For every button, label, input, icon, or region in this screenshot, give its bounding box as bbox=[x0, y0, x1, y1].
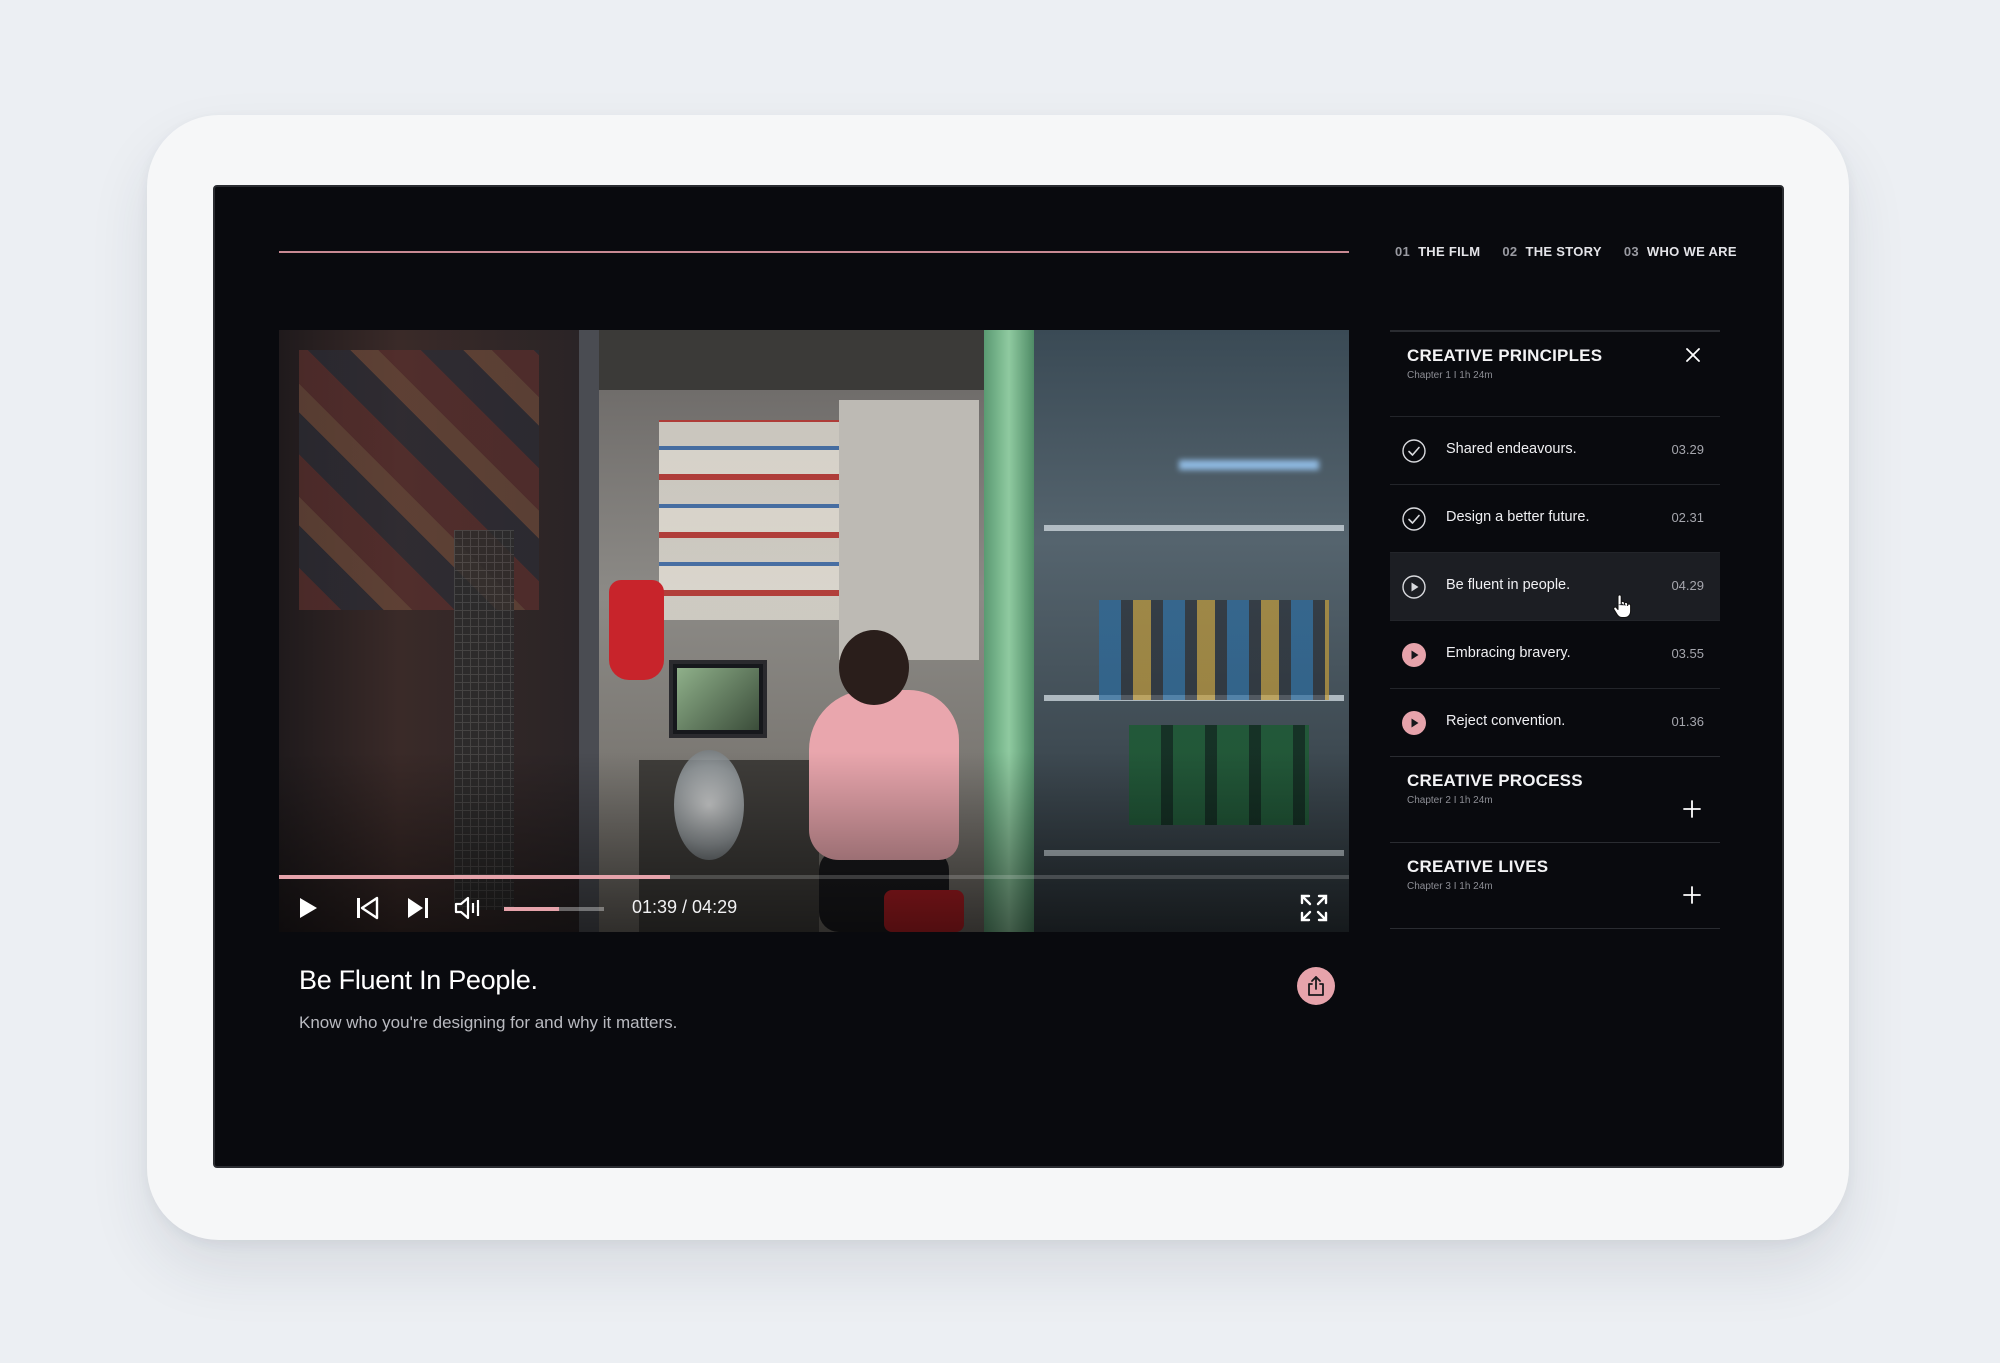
plus-icon[interactable] bbox=[1680, 883, 1704, 907]
volume-button[interactable] bbox=[454, 893, 484, 923]
nav-label: THE FILM bbox=[1418, 244, 1481, 259]
nav-number: 01 bbox=[1395, 244, 1411, 259]
header-divider bbox=[279, 251, 1349, 253]
player-controls: 01:39 / 04:29 bbox=[279, 883, 1349, 932]
play-icon bbox=[300, 898, 317, 918]
chapter-meta: Chapter 3 I 1h 24m bbox=[1407, 881, 1493, 892]
lesson-title: Shared endeavours. bbox=[1446, 441, 1577, 457]
volume-level bbox=[504, 907, 559, 911]
lesson-title: Reject convention. bbox=[1446, 713, 1566, 729]
play-circle-outline-icon bbox=[1402, 575, 1426, 599]
fullscreen-button[interactable] bbox=[1299, 893, 1329, 923]
close-chapter-button[interactable] bbox=[1682, 344, 1704, 366]
nav-number: 02 bbox=[1502, 244, 1518, 259]
chapter-title: CREATIVE PRINCIPLES bbox=[1407, 346, 1603, 365]
lesson-duration: 01.36 bbox=[1671, 714, 1704, 729]
volume-slider[interactable] bbox=[504, 907, 604, 911]
nav-item-the-story[interactable]: 02 THE STORY bbox=[1502, 244, 1601, 259]
lesson-duration: 04.29 bbox=[1671, 578, 1704, 593]
video-description: Know who you're designing for and why it… bbox=[299, 1013, 678, 1032]
app-screen: 01 THE FILM 02 THE STORY 03 WHO WE ARE 0… bbox=[213, 185, 1784, 1168]
pointer-cursor-icon bbox=[1613, 594, 1632, 618]
nav-item-the-film[interactable]: 01 THE FILM bbox=[1395, 244, 1480, 259]
next-button[interactable] bbox=[403, 893, 433, 923]
video-title: Be Fluent In People. bbox=[299, 965, 538, 995]
lesson-duration: 03.29 bbox=[1671, 442, 1704, 457]
lesson-duration: 03.55 bbox=[1671, 646, 1704, 661]
video-frame bbox=[279, 330, 1349, 932]
previous-button[interactable] bbox=[352, 893, 382, 923]
lesson-title: Embracing bravery. bbox=[1446, 645, 1571, 661]
play-button[interactable] bbox=[293, 893, 323, 923]
plus-icon[interactable] bbox=[1680, 797, 1704, 821]
chapter-creative-process[interactable]: CREATIVE PROCESS Chapter 2 I 1h 24m bbox=[1390, 756, 1720, 842]
volume-icon bbox=[454, 896, 480, 920]
play-circle-filled-icon bbox=[1402, 711, 1426, 735]
sidebar-divider bbox=[1390, 928, 1720, 929]
chapter-meta: Chapter 1 I 1h 24m bbox=[1407, 370, 1493, 381]
check-circle-icon bbox=[1402, 507, 1426, 531]
chapter-sidebar: CREATIVE PRINCIPLES Chapter 1 I 1h 24m S… bbox=[1390, 330, 1720, 929]
lesson-item-be-fluent-in-people[interactable]: Be fluent in people. 04.29 bbox=[1390, 552, 1720, 620]
nav-label: THE STORY bbox=[1525, 244, 1602, 259]
share-button[interactable] bbox=[1297, 967, 1335, 1005]
lesson-item-design-a-better-future[interactable]: Design a better future. 02.31 bbox=[1390, 484, 1720, 552]
nav-item-who-we-are[interactable]: 03 WHO WE ARE bbox=[1624, 244, 1737, 259]
top-navigation: 01 THE FILM 02 THE STORY 03 WHO WE ARE bbox=[1395, 244, 1737, 259]
nav-label: WHO WE ARE bbox=[1646, 244, 1737, 259]
video-player[interactable]: 01:39 / 04:29 bbox=[279, 330, 1349, 932]
close-icon bbox=[1686, 348, 1700, 362]
chapter-title: CREATIVE LIVES bbox=[1407, 857, 1549, 876]
nav-number: 03 bbox=[1623, 244, 1639, 259]
video-progress-fill bbox=[279, 875, 670, 879]
lesson-item-shared-endeavours[interactable]: Shared endeavours. 03.29 bbox=[1390, 416, 1720, 484]
video-progress-bar[interactable] bbox=[279, 875, 1349, 879]
chapter-header-creative-principles: CREATIVE PRINCIPLES Chapter 1 I 1h 24m bbox=[1390, 332, 1720, 416]
chapter-meta: Chapter 2 I 1h 24m bbox=[1407, 795, 1493, 806]
fullscreen-icon bbox=[1300, 894, 1328, 922]
lesson-item-embracing-bravery[interactable]: Embracing bravery. 03.55 bbox=[1390, 620, 1720, 688]
lesson-title: Be fluent in people. bbox=[1446, 577, 1571, 593]
play-circle-filled-icon bbox=[1402, 643, 1426, 667]
chapter-creative-lives[interactable]: CREATIVE LIVES Chapter 3 I 1h 24m bbox=[1390, 842, 1720, 928]
skip-previous-icon bbox=[357, 896, 379, 920]
check-circle-icon bbox=[1402, 439, 1426, 463]
timecode: 01:39 / 04:29 bbox=[632, 897, 738, 917]
skip-next-icon bbox=[408, 898, 428, 918]
chapter-title: CREATIVE PROCESS bbox=[1407, 771, 1583, 790]
lesson-title: Design a better future. bbox=[1446, 509, 1590, 525]
lesson-duration: 02.31 bbox=[1671, 510, 1704, 525]
share-icon bbox=[1308, 976, 1324, 996]
lesson-item-reject-convention[interactable]: Reject convention. 01.36 bbox=[1390, 688, 1720, 756]
